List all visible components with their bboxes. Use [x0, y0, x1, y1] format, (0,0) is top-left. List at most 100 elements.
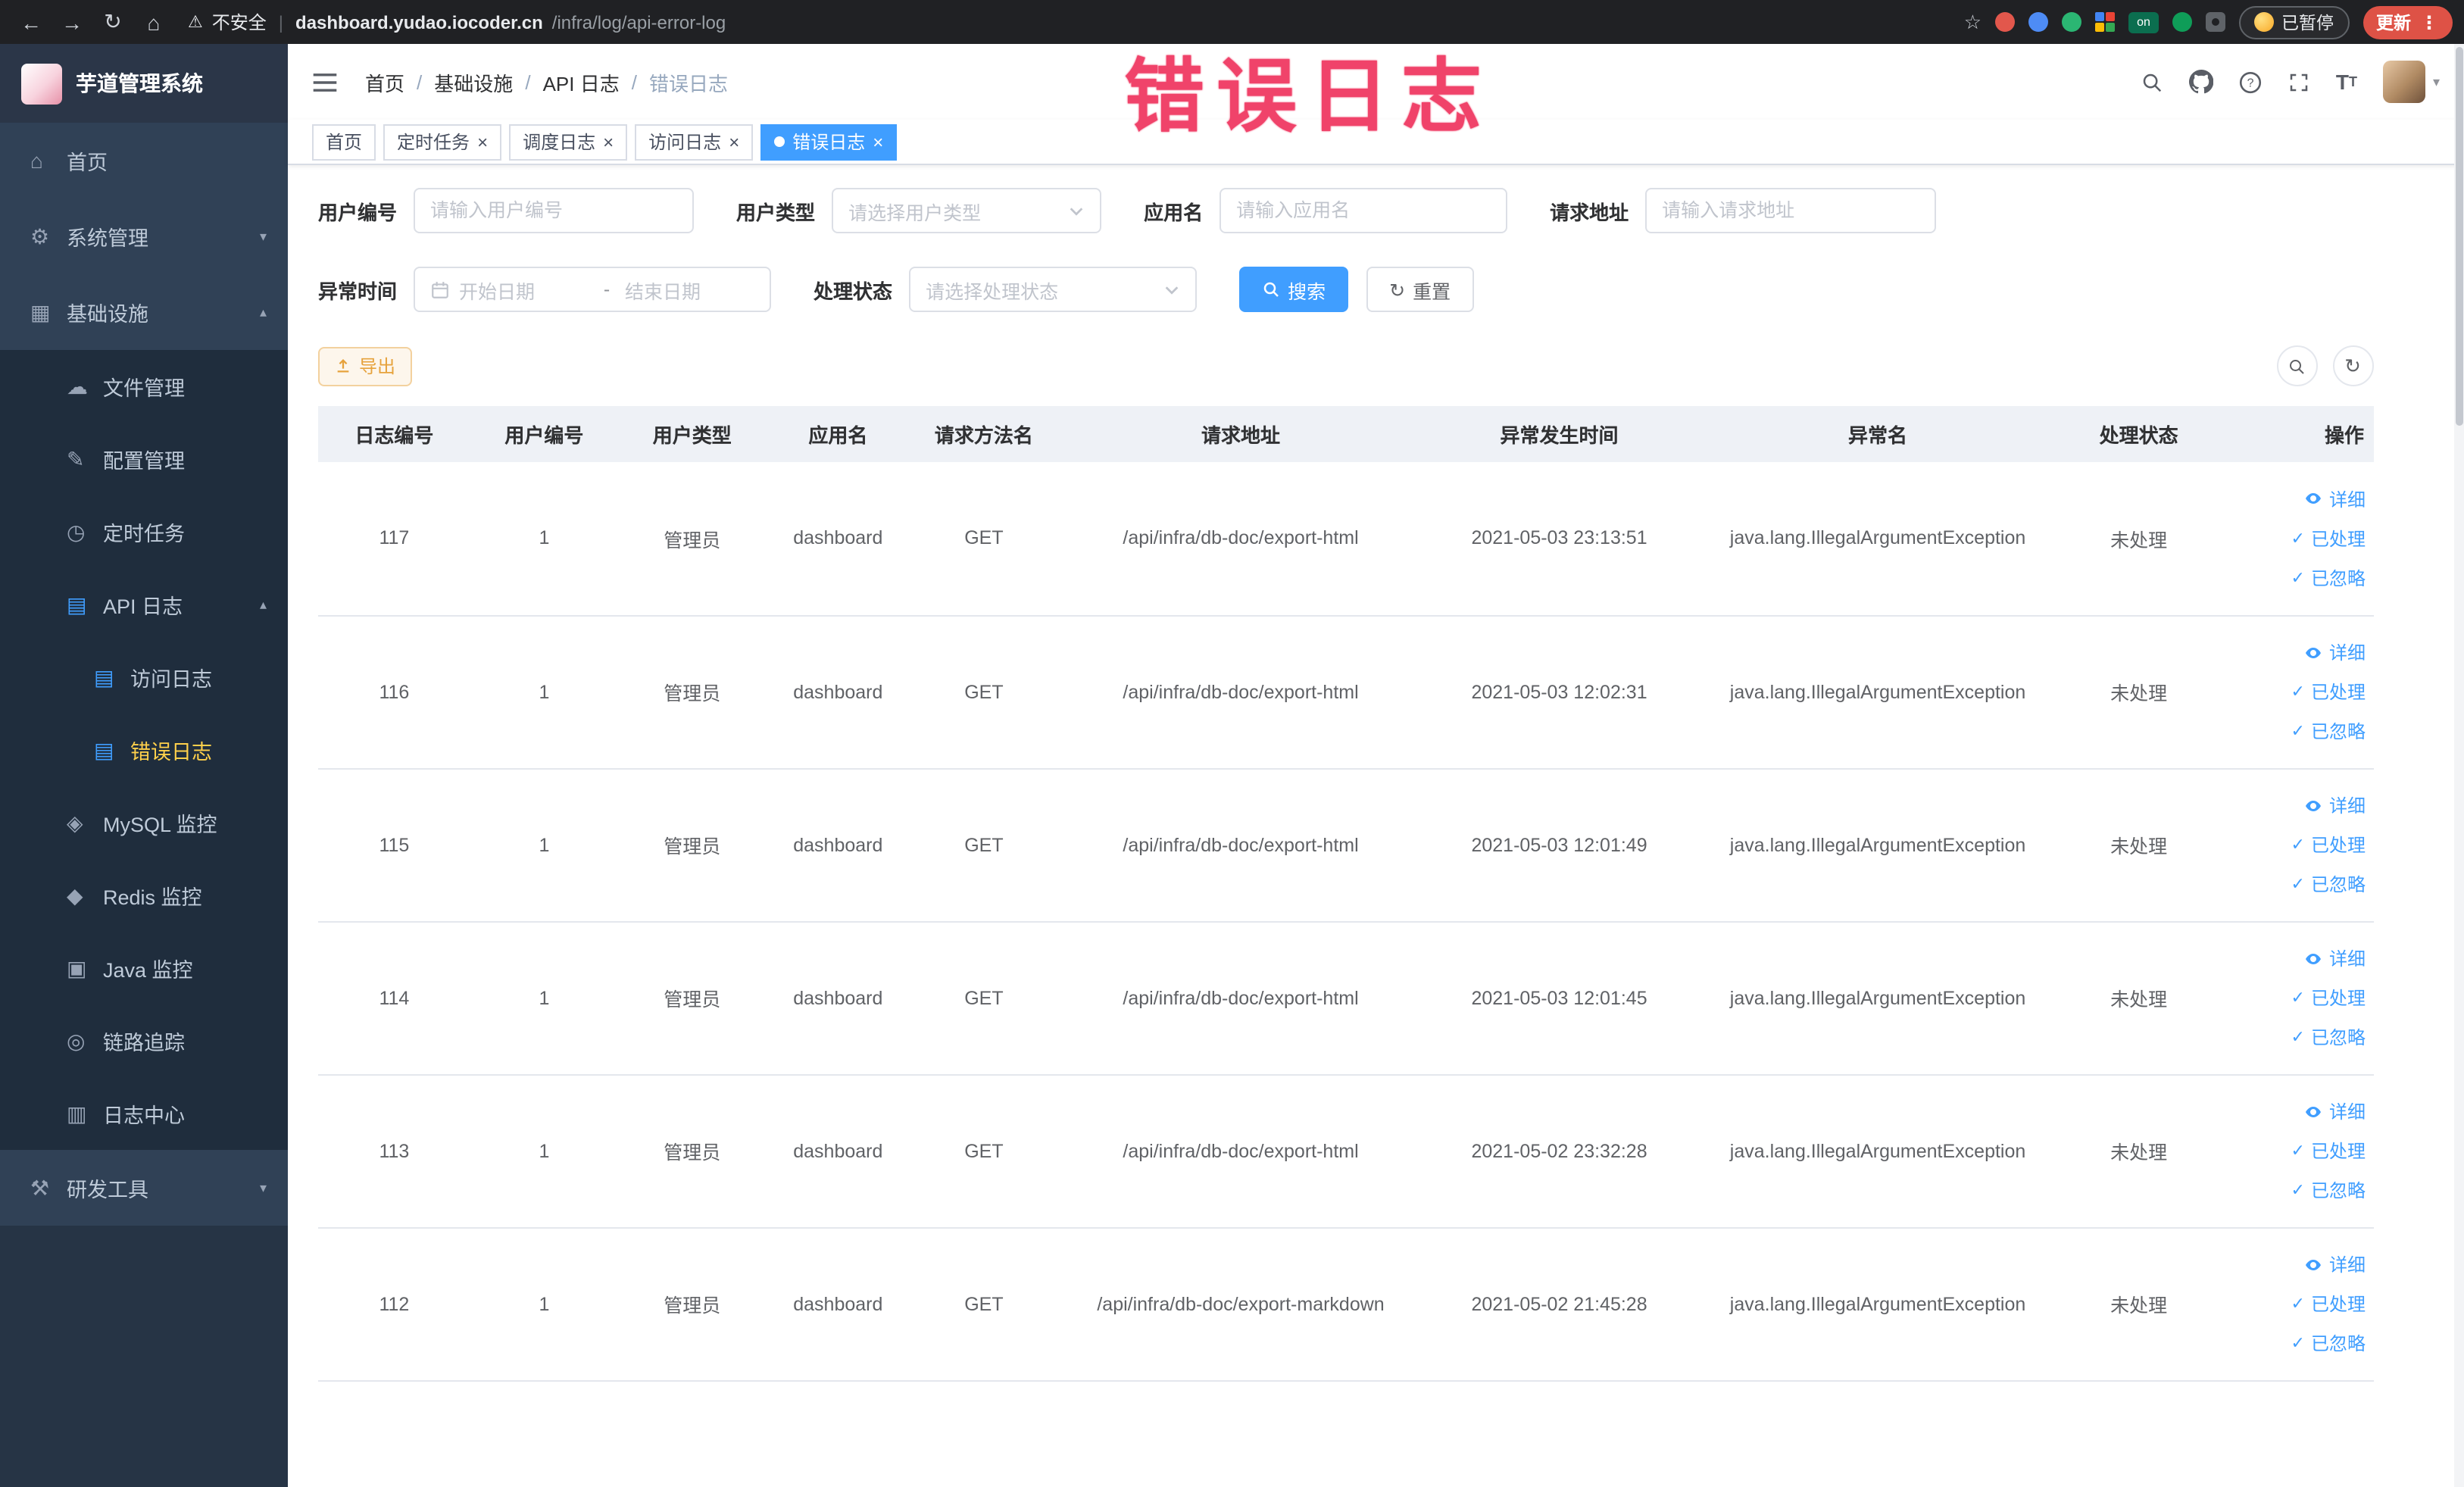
reload-icon[interactable]: ↻ [94, 3, 132, 41]
fullscreen-icon[interactable] [2288, 70, 2310, 93]
mark-ignored-link[interactable]: ✓ 已忽略 [2225, 1017, 2366, 1057]
extension-grid-icon[interactable] [2095, 12, 2115, 32]
extension-on-badge[interactable]: on [2128, 11, 2159, 33]
sidebar-item-timer[interactable]: ◷ 定时任务 [0, 495, 288, 568]
refresh-table-button[interactable]: ↻ [2332, 345, 2373, 386]
user-type-select[interactable]: 请选择用户类型 [832, 188, 1102, 233]
user-menu[interactable]: ▾ [2382, 61, 2440, 103]
tab-首页[interactable]: 首页 [312, 123, 376, 160]
detail-link[interactable]: 详细 [2225, 1092, 2366, 1131]
mark-ignored-link[interactable]: ✓ 已忽略 [2225, 711, 2366, 751]
sidebar-item-access-log[interactable]: ▤ 访问日志 [0, 641, 288, 714]
forward-icon[interactable]: → [53, 3, 91, 41]
detail-link[interactable]: 详细 [2225, 633, 2366, 672]
sidebar-item-java[interactable]: ▣ Java 监控 [0, 932, 288, 1004]
search-icon[interactable] [2141, 70, 2163, 93]
detail-link[interactable]: 详细 [2225, 786, 2366, 825]
extension-icon[interactable] [2062, 12, 2081, 32]
detail-link[interactable]: 详细 [2225, 1245, 2366, 1284]
bookmark-star-icon[interactable]: ☆ [1964, 10, 1982, 34]
close-icon[interactable]: × [873, 133, 883, 151]
tab-访问日志[interactable]: 访问日志 × [635, 123, 754, 160]
sidebar-item-error-log[interactable]: ▤ 错误日志 [0, 714, 288, 786]
app-name-input[interactable] [1236, 200, 1491, 221]
date-range-picker[interactable]: 开始日期 - 结束日期 [414, 267, 772, 312]
sidebar-item-file[interactable]: ☁ 文件管理 [0, 350, 288, 423]
cell-app-name: dashboard [766, 462, 910, 616]
breadcrumb-item[interactable]: 基础设施 [434, 67, 513, 96]
font-size-icon[interactable]: TT [2336, 70, 2357, 94]
process-status-label: 处理状态 [814, 280, 893, 302]
cell-exception-name: java.lang.IllegalArgumentException [1694, 615, 2061, 769]
close-icon[interactable]: × [729, 133, 739, 151]
mark-processed-link[interactable]: ✓ 已处理 [2225, 1284, 2366, 1323]
sidebar-item-infrastructure[interactable]: ▦ 基础设施 ▴ [0, 274, 288, 350]
sidebar-item-api-log[interactable]: ▤ API 日志 ▴ [0, 568, 288, 641]
sidebar-item-devtools[interactable]: ⚒ 研发工具 ▾ [0, 1150, 288, 1226]
close-icon[interactable]: × [603, 133, 614, 151]
reset-button[interactable]: ↻ 重置 [1366, 267, 1474, 312]
detail-link[interactable]: 详细 [2225, 939, 2366, 978]
sidebar-item-gear[interactable]: ⚙ 系统管理 ▾ [0, 198, 288, 274]
check-icon: ✓ [2291, 1295, 2305, 1314]
scrollbar[interactable] [2453, 44, 2464, 1487]
menu-kebab-icon[interactable]: ⋮ [2420, 11, 2438, 33]
refresh-icon: ↻ [1389, 280, 1406, 301]
cell-user-id: 1 [470, 462, 619, 616]
column-header: 处理状态 [2060, 406, 2217, 462]
export-button[interactable]: 导出 [318, 346, 413, 386]
extension-icon[interactable] [2172, 12, 2192, 32]
sidebar-item-config[interactable]: ✎ 配置管理 [0, 423, 288, 495]
user-id-input[interactable] [430, 200, 678, 221]
breadcrumb-separator: / [525, 70, 531, 93]
sidebar-item-trace[interactable]: ◎ 链路追踪 [0, 1004, 288, 1077]
column-header: 异常名 [1694, 406, 2061, 462]
sidebar-item-log-center[interactable]: ▥ 日志中心 [0, 1077, 288, 1150]
request-url-input[interactable] [1662, 200, 1920, 221]
mark-processed-link[interactable]: ✓ 已处理 [2225, 519, 2366, 558]
extension-icon[interactable] [2028, 12, 2048, 32]
logo[interactable]: 芋道管理系统 [0, 44, 288, 123]
help-icon[interactable]: ? [2239, 70, 2262, 93]
devtools-icon: ⚒ [30, 1175, 50, 1199]
home-icon[interactable]: ⌂ [135, 3, 173, 41]
back-icon[interactable]: ← [12, 3, 50, 41]
search-button[interactable]: 搜索 [1239, 267, 1349, 312]
breadcrumb-item[interactable]: 首页 [365, 67, 404, 96]
eye-icon [2306, 1259, 2322, 1270]
sidebar-item-mysql[interactable]: ◈ MySQL 监控 [0, 786, 288, 859]
tab-定时任务[interactable]: 定时任务 × [383, 123, 502, 160]
mark-ignored-link[interactable]: ✓ 已忽略 [2225, 1170, 2366, 1210]
address-bar[interactable]: ⚠ 不安全 | dashboard.yudao.iocoder.cn/infra… [188, 9, 1949, 35]
mark-ignored-link[interactable]: ✓ 已忽略 [2225, 1323, 2366, 1363]
scrollbar-thumb[interactable] [2455, 47, 2462, 426]
mark-processed-link[interactable]: ✓ 已处理 [2225, 1131, 2366, 1170]
update-button[interactable]: 更新 ⋮ [2363, 5, 2452, 39]
sidebar-item-home[interactable]: ⌂ 首页 [0, 123, 288, 198]
tab-调度日志[interactable]: 调度日志 × [509, 123, 628, 160]
cell-exception-name: java.lang.IllegalArgumentException [1694, 462, 2061, 616]
cell-process-status: 未处理 [2060, 1074, 2217, 1228]
detail-link[interactable]: 详细 [2225, 480, 2366, 519]
breadcrumb-item[interactable]: API 日志 [543, 67, 620, 96]
browser-actions: ☆ on 已暂停 更新 ⋮ [1964, 5, 2452, 39]
extensions-puzzle-icon[interactable] [2206, 12, 2225, 32]
close-icon[interactable]: × [477, 133, 488, 151]
active-dot [774, 136, 785, 147]
mark-ignored-link[interactable]: ✓ 已忽略 [2225, 864, 2366, 904]
tab-错误日志[interactable]: 错误日志 × [760, 123, 898, 160]
profile-paused-badge[interactable]: 已暂停 [2239, 5, 2349, 39]
extension-icon[interactable] [1995, 12, 2015, 32]
mark-processed-link[interactable]: ✓ 已处理 [2225, 672, 2366, 711]
hamburger-icon[interactable] [312, 70, 338, 93]
error-log-table: 日志编号 用户编号 用户类型 应用名 请求方法名 请求地址 异常发生时间 异常名 处理状态 操作 … [318, 406, 2373, 1381]
github-icon[interactable] [2188, 70, 2213, 94]
eye-icon [2306, 1106, 2322, 1117]
mark-processed-link[interactable]: ✓ 已处理 [2225, 978, 2366, 1017]
sidebar-item-redis[interactable]: ◆ Redis 监控 [0, 859, 288, 932]
mark-ignored-link[interactable]: ✓ 已忽略 [2225, 558, 2366, 598]
toggle-search-button[interactable] [2276, 345, 2317, 386]
trace-icon: ◎ [67, 1028, 86, 1052]
process-status-select[interactable]: 请选择处理状态 [909, 267, 1198, 312]
mark-processed-link[interactable]: ✓ 已处理 [2225, 825, 2366, 864]
